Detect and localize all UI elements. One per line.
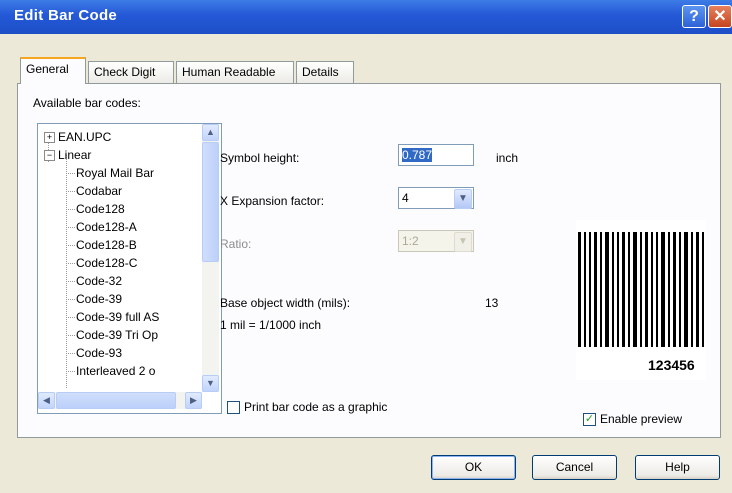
print-graphic-checkbox[interactable] <box>227 401 240 414</box>
tree-horizontal-scrollbar[interactable]: ◀ ▶ <box>38 392 202 409</box>
scroll-down-icon[interactable]: ▼ <box>202 375 219 392</box>
tree-item-code-39[interactable]: Code-39 <box>76 290 122 308</box>
barcode-bar <box>605 232 609 347</box>
print-graphic-label: Print bar code as a graphic <box>244 400 388 414</box>
tree-item-code128-c[interactable]: Code128-C <box>76 254 137 272</box>
tree-branch <box>66 245 75 246</box>
dialog-title: Edit Bar Code <box>14 7 118 24</box>
enable-preview-checkbox[interactable]: ✓ <box>583 413 596 426</box>
tree-item-code-39-full-ascii[interactable]: Code-39 full AS <box>76 308 159 326</box>
barcode-bar <box>594 232 597 347</box>
scroll-left-icon[interactable]: ◀ <box>38 392 55 409</box>
chevron-down-icon[interactable]: ▼ <box>454 189 472 209</box>
barcode-preview: 123456 <box>576 220 706 380</box>
barcode-bar <box>651 232 653 347</box>
barcode-bar <box>584 232 586 347</box>
x-expansion-value: 4 <box>402 191 409 205</box>
chevron-down-icon: ▼ <box>454 232 472 252</box>
available-bar-codes-label: Available bar codes: <box>33 96 141 110</box>
scroll-up-icon[interactable]: ▲ <box>202 124 219 141</box>
barcode-bar <box>661 232 665 347</box>
close-button[interactable]: ✕ <box>708 5 732 28</box>
ratio-value: 1:2 <box>402 234 419 248</box>
tree-branch <box>66 263 75 264</box>
barcode-bar <box>600 232 602 347</box>
tree-item-code128[interactable]: Code128 <box>76 200 125 218</box>
tree-branch <box>66 317 75 318</box>
barcode-bar <box>702 232 704 347</box>
tab-general[interactable]: General <box>20 57 86 84</box>
tree-branch <box>66 335 75 336</box>
barcode-bar <box>691 232 693 347</box>
base-object-width-label: Base object width (mils): <box>220 296 351 310</box>
scroll-right-icon[interactable]: ▶ <box>185 392 202 409</box>
barcode-bar <box>633 232 637 347</box>
edit-bar-code-dialog: Edit Bar Code ? ✕ General Check Digit Hu… <box>0 0 732 493</box>
barcode-bar <box>622 232 625 347</box>
help-button[interactable]: Help <box>635 455 720 480</box>
checkmark-icon: ✓ <box>584 413 595 425</box>
barcode-bar <box>656 232 658 347</box>
tree-branch <box>66 209 75 210</box>
horizontal-scroll-thumb[interactable] <box>56 392 176 409</box>
barcode-bar <box>696 232 699 347</box>
expand-icon[interactable]: + <box>44 132 55 143</box>
tree-branch <box>66 281 75 282</box>
barcode-bar <box>628 232 630 347</box>
vertical-scroll-thumb[interactable] <box>202 142 219 262</box>
tree-branch <box>66 173 75 174</box>
tree-item-royal-mail[interactable]: Royal Mail Bar <box>76 164 154 182</box>
tree-item-code-39-tri-optic[interactable]: Code-39 Tri Op <box>76 326 158 344</box>
tree-branch <box>66 227 75 228</box>
tree-item-code-32[interactable]: Code-32 <box>76 272 122 290</box>
help-title-button[interactable]: ? <box>682 5 706 28</box>
barcode-bar <box>612 232 614 347</box>
cancel-button[interactable]: Cancel <box>532 455 617 480</box>
barcode-bar <box>645 232 648 347</box>
tree-item-code-93[interactable]: Code-93 <box>76 344 122 362</box>
title-bar: Edit Bar Code ? ✕ <box>0 0 732 34</box>
tree-item-code128-b[interactable]: Code128-B <box>76 236 137 254</box>
tree-branch <box>66 371 75 372</box>
x-expansion-select[interactable]: 4 ▼ <box>398 187 474 209</box>
collapse-icon[interactable]: − <box>44 150 55 161</box>
barcode-bar <box>578 232 581 347</box>
tab-human-readable[interactable]: Human Readable <box>176 61 294 83</box>
symbol-height-label: Symbol height: <box>220 151 300 165</box>
mil-note: 1 mil = 1/1000 inch <box>220 318 322 332</box>
tab-details[interactable]: Details <box>296 61 354 83</box>
tree-branch <box>66 299 75 300</box>
barcode-bar <box>617 232 619 347</box>
tree-item-interleaved[interactable]: Interleaved 2 o <box>76 362 155 380</box>
symbol-height-input[interactable]: 0.787 <box>398 144 474 166</box>
barcode-human-readable: 123456 <box>648 357 695 373</box>
barcode-bar <box>589 232 591 347</box>
ok-button[interactable]: OK <box>431 455 516 480</box>
ratio-select: 1:2 ▼ <box>398 230 474 252</box>
tree-item-code128-a[interactable]: Code128-A <box>76 218 137 236</box>
base-object-width-value: 13 <box>485 296 499 310</box>
tree-vertical-scrollbar[interactable]: ▲ ▼ <box>202 124 219 392</box>
barcode-bar <box>668 232 670 347</box>
ratio-label: Ratio: <box>220 237 252 251</box>
tree-rows: + EAN.UPC − Linear Royal Mail Bar Codaba… <box>38 128 202 388</box>
barcode-bar <box>673 232 676 347</box>
bar-code-tree[interactable]: + EAN.UPC − Linear Royal Mail Bar Codaba… <box>37 123 222 414</box>
tree-branch <box>66 191 75 192</box>
symbol-height-value: 0.787 <box>402 148 433 162</box>
enable-preview-label: Enable preview <box>600 412 683 426</box>
tree-item-codabar[interactable]: Codabar <box>76 182 122 200</box>
barcode-bar <box>679 232 681 347</box>
tree-branch <box>66 353 75 354</box>
x-expansion-label: X Expansion factor: <box>220 194 325 208</box>
symbol-height-unit: inch <box>496 151 519 165</box>
barcode-bar <box>684 232 688 347</box>
barcode-bar <box>640 232 642 347</box>
tab-check-digit[interactable]: Check Digit <box>88 61 174 83</box>
